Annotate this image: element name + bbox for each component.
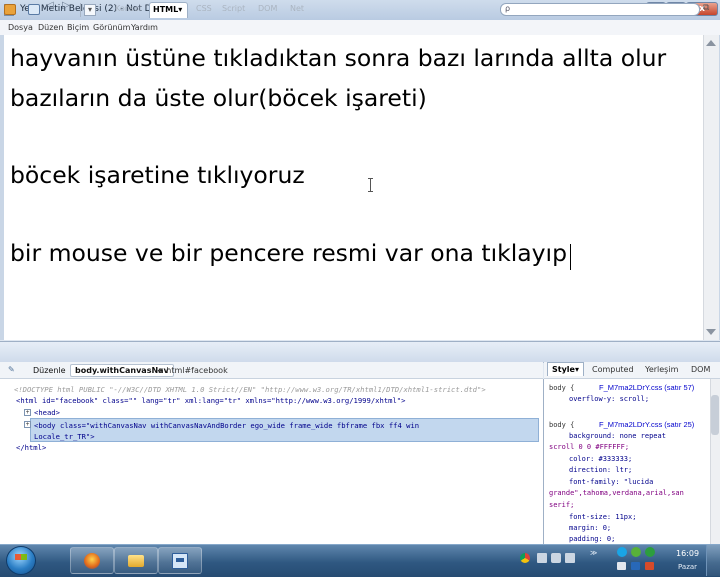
css-property[interactable]: font-family: "lucida	[569, 478, 653, 486]
ibeam-cursor-icon	[368, 178, 373, 192]
edit-button[interactable]: Düzenle	[33, 366, 66, 375]
firebug-search-input[interactable]	[500, 3, 700, 16]
tab-console[interactable]: Konsol	[115, 4, 141, 13]
tab-layout[interactable]: Yerleşim	[645, 365, 678, 374]
css-property[interactable]: font-size: 11px;	[569, 513, 636, 521]
edit-icon[interactable]: ✎	[8, 365, 15, 374]
css-property[interactable]: direction: ltr;	[569, 466, 632, 474]
css-source-link[interactable]: F_M7ma2LDrY.css (satır 25)	[599, 420, 694, 429]
taskbar-firefox-button[interactable]	[70, 547, 114, 574]
tab-style-label: Style	[552, 365, 575, 374]
scroll-up-arrow-icon[interactable]	[706, 40, 716, 46]
menu-edit[interactable]: Düzen	[38, 23, 63, 32]
forward-arrow-icon[interactable]: ▷	[62, 0, 70, 11]
network-icon[interactable]	[565, 553, 575, 563]
css-property[interactable]: background: none repeat	[569, 432, 666, 440]
toolbar-divider	[80, 3, 81, 17]
text-line-3: böcek işaretine tıklıyoruz	[10, 161, 305, 189]
css-selector: body {	[549, 421, 575, 429]
menu-file[interactable]: Dosya	[8, 23, 33, 32]
firebug-toolbar	[0, 341, 720, 363]
firebug-icon[interactable]	[4, 4, 16, 15]
css-property[interactable]: padding: 0;	[569, 535, 615, 543]
css-property[interactable]: overflow-y: scroll;	[569, 395, 649, 403]
detach-window-icon[interactable]: ⧉	[703, 3, 709, 13]
tray-app-icon[interactable]	[631, 562, 640, 570]
css-property[interactable]: margin: 0;	[569, 524, 611, 532]
firefox-icon	[84, 553, 100, 569]
chevron-down-icon: ▾	[178, 5, 183, 14]
dropdown-menu-icon[interactable]: ▾	[84, 4, 96, 16]
tray-app-icon[interactable]	[617, 562, 626, 570]
taskbar-explorer-button[interactable]	[114, 547, 158, 574]
css-property[interactable]: scroll 0 0 #FFFFFF;	[549, 443, 629, 451]
folder-icon	[128, 555, 144, 567]
breadcrumb-html[interactable]: < html#facebook	[157, 366, 228, 375]
css-selector: body {	[549, 384, 575, 392]
tray-app-icon[interactable]	[645, 562, 654, 570]
tab-html-label: HTML	[153, 5, 179, 14]
menu-help[interactable]: Yardım	[131, 23, 158, 32]
body-tag-line-2[interactable]: Locale_tr_TR">	[34, 432, 95, 441]
show-desktop-button[interactable]	[706, 545, 720, 576]
tab-dom[interactable]: DOM	[258, 4, 277, 13]
search-icon: ρ	[505, 4, 511, 13]
tab-css[interactable]: CSS	[196, 4, 212, 13]
action-center-flag-icon[interactable]	[537, 553, 547, 563]
skype-icon[interactable]	[617, 547, 627, 557]
clock-time[interactable]: 16:09	[676, 549, 699, 558]
volume-icon[interactable]	[551, 553, 561, 563]
expand-head-icon[interactable]: +	[24, 409, 31, 416]
menu-format[interactable]: Biçim	[67, 23, 89, 32]
chrome-icon[interactable]	[520, 553, 530, 563]
utorrent-icon[interactable]	[631, 547, 641, 557]
tab-html[interactable]: HTML▾	[149, 2, 189, 18]
inspect-element-icon[interactable]	[28, 4, 40, 15]
tab-net[interactable]: Net	[290, 4, 304, 13]
tab-style[interactable]: Style▾	[547, 362, 584, 376]
tab-script[interactable]: Script	[222, 4, 245, 13]
html-open-tag[interactable]: <html id="facebook" class="" lang="tr" x…	[16, 396, 405, 405]
doctype-line: <!DOCTYPE html PUBLIC "-//W3C//DTD XHTML…	[14, 385, 486, 394]
text-caret	[570, 244, 571, 270]
css-property[interactable]: grande",tahoma,verdana,arial,san	[549, 489, 684, 497]
scroll-down-arrow-icon[interactable]	[706, 329, 716, 335]
expand-body-icon[interactable]: +	[24, 421, 31, 428]
text-line-2: bazıların da üste olur(böcek işareti)	[10, 84, 427, 112]
side-panel-scroll-thumb[interactable]	[711, 395, 719, 435]
tab-computed[interactable]: Computed	[592, 365, 634, 374]
back-arrow-icon[interactable]: ◁	[46, 0, 54, 11]
notepad-icon	[172, 553, 188, 569]
tab-side-dom[interactable]: DOM	[691, 365, 710, 374]
html-close-tag: </html>	[16, 443, 47, 452]
head-tag[interactable]: <head>	[34, 408, 60, 417]
taskbar-notepad-button[interactable]	[158, 547, 202, 574]
body-tag-line-1[interactable]: <body class="withCanvasNav withCanvasNav…	[34, 421, 419, 430]
start-button[interactable]	[6, 546, 36, 575]
menu-view[interactable]: Görünüm	[93, 23, 130, 32]
text-line-1: hayvanın üstüne tıkladıktan sonra bazı l…	[10, 44, 667, 72]
show-hidden-icons-icon[interactable]: ≫	[590, 549, 597, 557]
chevron-down-icon: ▾	[574, 365, 579, 374]
text-line-4: bir mouse ve bir pencere resmi var ona t…	[10, 239, 568, 267]
security-shield-icon[interactable]	[645, 547, 655, 557]
css-property[interactable]: color: #333333;	[569, 455, 632, 463]
vertical-scrollbar[interactable]	[703, 35, 719, 340]
css-source-link[interactable]: F_M7ma2LDrY.css (satır 57)	[599, 383, 694, 392]
clock-day[interactable]: Pazar	[678, 563, 697, 571]
css-property[interactable]: serif;	[549, 501, 574, 509]
